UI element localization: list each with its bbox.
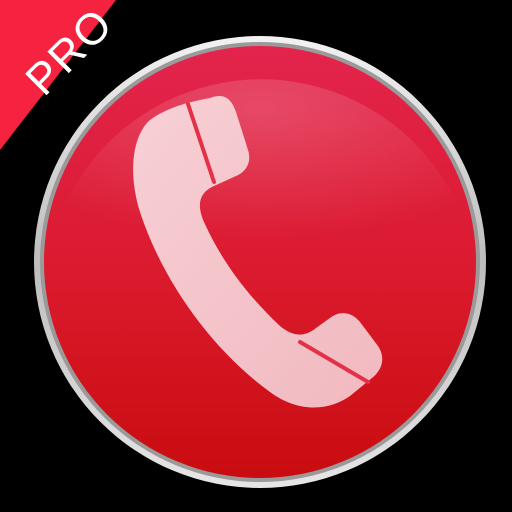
app-icon[interactable]: PRO [0,0,512,512]
pro-ribbon: PRO [0,0,180,180]
